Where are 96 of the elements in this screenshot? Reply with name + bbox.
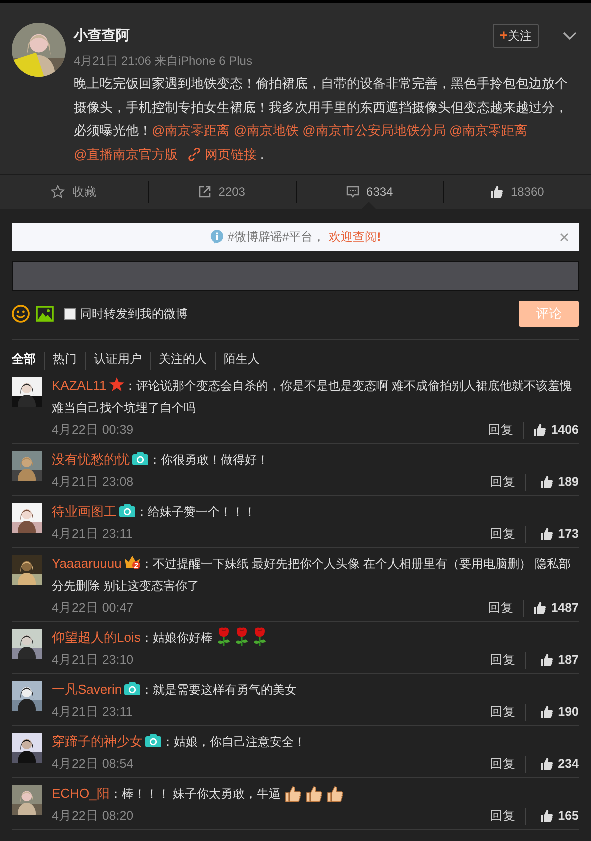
- action-tab[interactable]: 收藏: [0, 175, 148, 209]
- reply-link[interactable]: 回复: [490, 474, 526, 490]
- comment-time: 4月22日 00:39: [52, 422, 134, 438]
- thumbs-up-icon: [285, 786, 302, 803]
- comment-time: 4月21日 23:11: [52, 704, 133, 720]
- mention-link[interactable]: @南京零距离: [449, 123, 528, 138]
- link-icon: [188, 148, 201, 160]
- thumbs-up-icon: [540, 527, 554, 541]
- source-label: 来自: [154, 54, 178, 68]
- comment-text: 没有忧愁的忧 ：你很勇敢！做得好！: [52, 451, 270, 469]
- comment-time: 4月22日 08:54: [52, 756, 134, 772]
- thumbs-up-icon: [540, 653, 554, 667]
- camera-icon: [119, 504, 136, 518]
- mention-link[interactable]: @直播南京官方版: [74, 146, 178, 162]
- thumbs-up-icon: [533, 423, 548, 437]
- follow-button[interactable]: +关注: [492, 24, 539, 48]
- thumbs-up-icon: [533, 601, 548, 615]
- post-text: 晚上吃完饭回家遇到地铁变态！偷拍裙底，自带的设备非常完善，黑色手拎包包边放个摄像头，手机控制专拍女生裙底！我多次用手里的东西遮挡摄像头但变态越来越过分，必须曝光他！@南京零距离 @南京地铁 @南京市公安局地铁分局 @南京零距离 @直播南京官方版 网页链接 .: [74, 75, 569, 164]
- mention-link[interactable]: @南京市公安局地铁分局: [302, 123, 446, 138]
- action-tab[interactable]: 2203: [148, 175, 296, 209]
- thumbs-up-icon: [540, 757, 554, 771]
- comment-time: 4月21日 23:11: [52, 526, 133, 542]
- comment-text: 仰望超人的Lois：姑娘你好棒: [52, 627, 579, 649]
- action-tab[interactable]: 18360: [443, 175, 591, 209]
- camera-icon: [145, 734, 162, 748]
- rose-icon: [234, 627, 249, 647]
- like-count[interactable]: 190: [535, 705, 579, 719]
- commenter-name[interactable]: 仰望超人的Lois: [52, 630, 141, 645]
- comment-text: 穿蹄子的神少女 ：姑娘，你自己注意安全！: [52, 733, 307, 751]
- comment-time: 4月22日 08:20: [52, 808, 134, 824]
- like-count[interactable]: 173: [535, 527, 579, 541]
- smiley-icon[interactable]: [12, 305, 30, 323]
- comment-time: 4月21日 23:10: [52, 652, 134, 668]
- thumbs-up-icon: [306, 786, 324, 803]
- comment-text: KAZAL11 ：评论说那个变态会自杀的，你是不是也是变态啊 难不成偷拍别人裙底他就不该羞愧难当自己找个坑埋了自个吗: [52, 376, 574, 417]
- comment-time: 4月22日 00:47: [52, 600, 134, 616]
- comment-icon: [346, 185, 360, 199]
- thumbs-up-icon: [327, 786, 344, 803]
- like-count[interactable]: 165: [535, 809, 579, 823]
- commenter-name[interactable]: KAZAL11: [52, 378, 107, 393]
- star-icon: [108, 377, 125, 392]
- rose-icon: [216, 627, 231, 647]
- commenter-name[interactable]: Yaaaaruuuu: [52, 556, 122, 571]
- camera-icon: [124, 682, 142, 696]
- filter-tab[interactable]: 全部: [12, 352, 44, 370]
- reply-link[interactable]: 回复: [490, 652, 526, 668]
- reply-link[interactable]: 回复: [490, 704, 526, 720]
- share-icon: [198, 185, 212, 199]
- commenter-name[interactable]: 待业画图工: [52, 504, 117, 519]
- commenter-name[interactable]: 一凡Saverin: [52, 682, 122, 697]
- notice-text: #微博辟谣#平台，: [228, 228, 326, 246]
- filter-tab[interactable]: 陌生人: [215, 352, 268, 370]
- comment-text: 一凡Saverin ：就是需要这样有勇气的美女: [52, 681, 298, 699]
- comment-time: 4月21日 23:08: [52, 474, 134, 490]
- web-link[interactable]: 网页链接: [188, 146, 257, 162]
- camera-icon: [132, 452, 149, 466]
- close-icon[interactable]: [560, 233, 569, 242]
- reply-link[interactable]: 回复: [490, 526, 526, 542]
- mention-link[interactable]: @南京零距离: [152, 123, 230, 138]
- comment-text: 待业画图工 ：给妹子赞一个！！！: [52, 503, 257, 521]
- reply-link[interactable]: 回复: [490, 808, 526, 824]
- thumbs-up-icon: [490, 185, 504, 199]
- info-icon: [210, 230, 224, 244]
- filter-tab[interactable]: 热门: [44, 352, 85, 370]
- reply-link[interactable]: 回复: [490, 756, 526, 772]
- source-link[interactable]: iPhone 6 Plus: [178, 54, 252, 68]
- repost-checkbox[interactable]: [64, 308, 76, 320]
- like-count[interactable]: 187: [535, 653, 579, 667]
- like-count[interactable]: 234: [535, 757, 579, 771]
- comment-text: ECHO_阳：棒！！！ 妹子你太勇敢，牛逼: [52, 783, 579, 805]
- action-tab[interactable]: 6334: [296, 175, 444, 209]
- like-count[interactable]: 1487: [533, 601, 579, 615]
- reply-link[interactable]: 回复: [488, 422, 524, 438]
- star-icon: [51, 185, 66, 199]
- rose-icon: [252, 627, 267, 647]
- image-icon[interactable]: [36, 306, 54, 322]
- crown-icon: [124, 555, 141, 570]
- filter-tab[interactable]: 认证用户: [85, 352, 150, 370]
- thumbs-up-icon: [540, 705, 554, 719]
- reply-link[interactable]: 回复: [488, 600, 524, 616]
- filter-tab[interactable]: 关注的人: [150, 352, 215, 370]
- chevron-down-icon[interactable]: [563, 32, 577, 40]
- mention-link[interactable]: @南京地铁: [234, 123, 300, 138]
- post-time: 4月21日 21:06: [74, 54, 152, 68]
- repost-label: 同时转发到我的微博: [80, 306, 188, 322]
- commenter-name[interactable]: 没有忧愁的忧: [52, 452, 130, 467]
- comment-text: Yaaaaruuuu ：不过提醒一下妹纸 最好先把你个人头像 在个人相册里有（要用电脑删） 隐私部分先删除 别让这变态害你了: [52, 554, 572, 595]
- exclamation-mark: !: [377, 230, 382, 244]
- commenter-name[interactable]: ECHO_阳: [52, 786, 110, 801]
- like-count[interactable]: 1406: [533, 423, 579, 437]
- thumbs-up-icon: [540, 475, 554, 489]
- commenter-name[interactable]: 穿蹄子的神少女: [52, 734, 143, 749]
- thumbs-up-icon: [540, 809, 554, 823]
- like-count[interactable]: 189: [535, 475, 579, 489]
- comment-field[interactable]: [12, 261, 579, 291]
- author-name[interactable]: 小查查阿: [74, 27, 493, 45]
